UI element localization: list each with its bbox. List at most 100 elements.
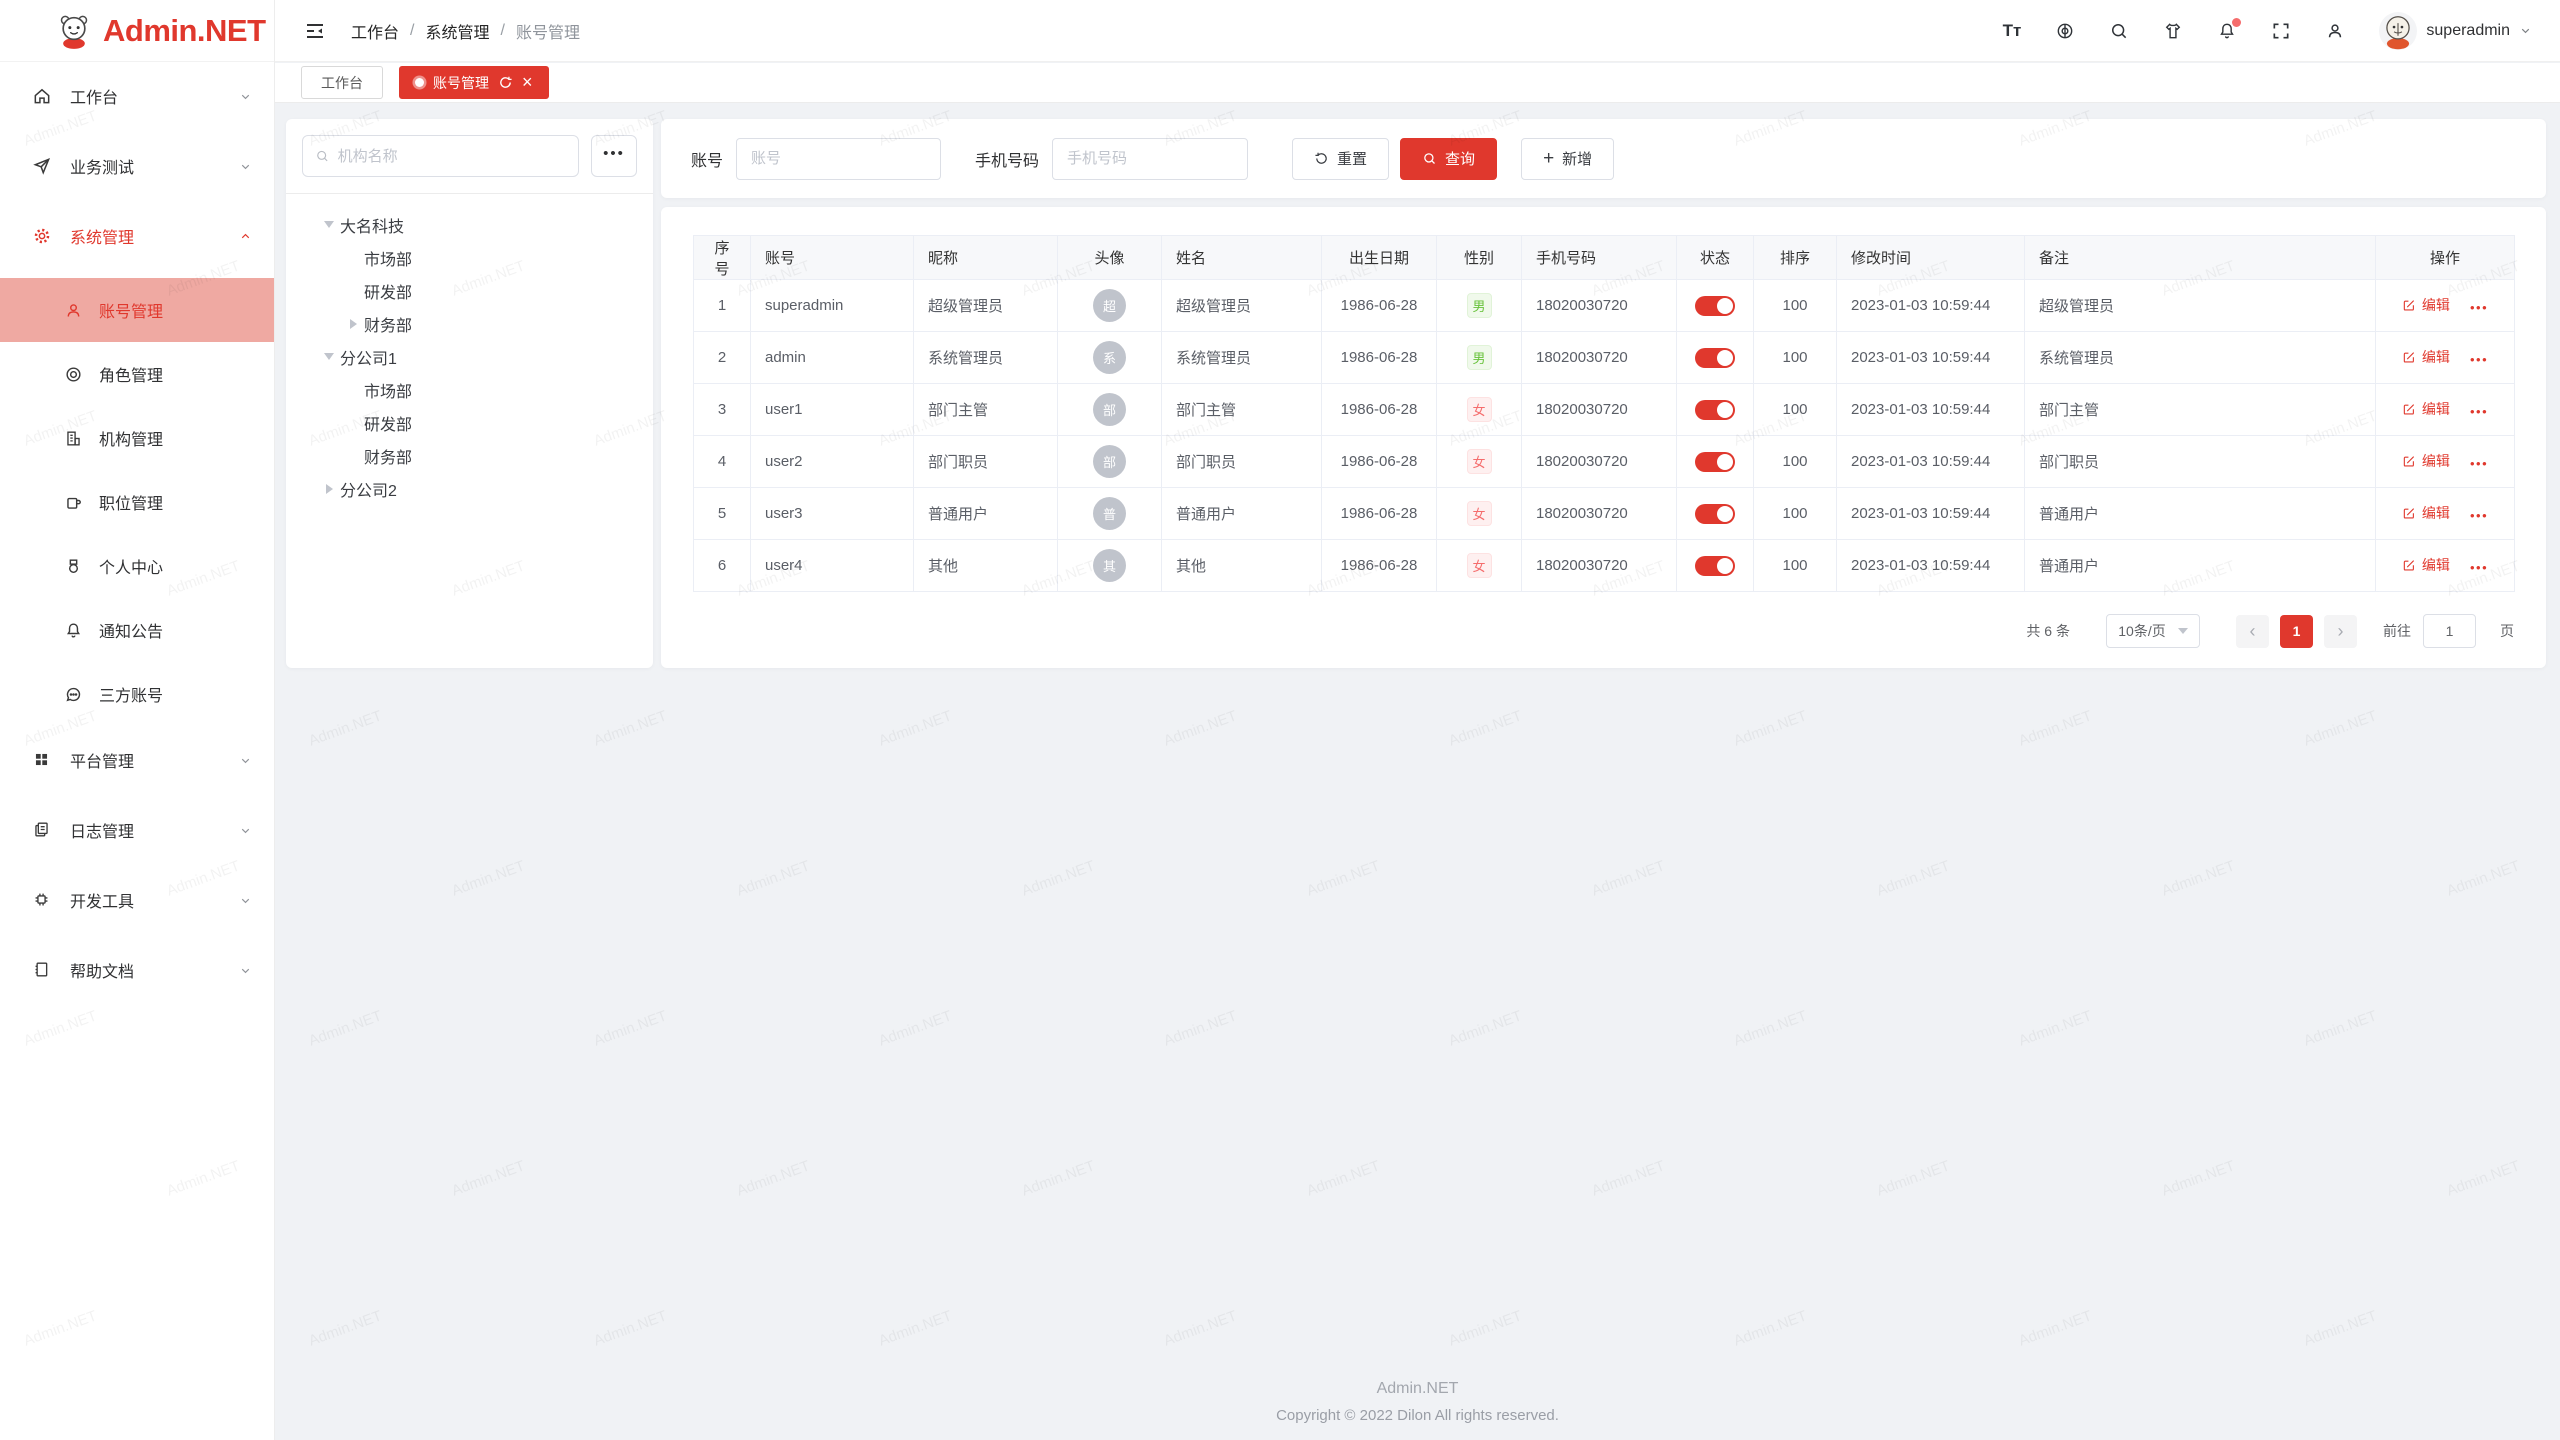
goto-page-input[interactable]	[2423, 614, 2476, 648]
edit-button[interactable]: 编辑	[2402, 347, 2450, 367]
sidebar-item-position-mgmt[interactable]: 职位管理	[0, 470, 274, 534]
col-phone: 手机号码	[1522, 236, 1677, 280]
sidebar-item-platform-mgmt[interactable]: 平台管理	[0, 732, 274, 788]
add-button[interactable]: + 新增	[1521, 138, 1614, 180]
table-row: 4 user2 部门职员 部 部门职员 1986-06-28 女 1802003…	[694, 436, 2515, 488]
sidebar-item-workbench[interactable]: 工作台	[0, 68, 274, 124]
caret-down-icon[interactable]	[318, 221, 340, 228]
sidebar-item-business-test[interactable]: 业务测试	[0, 138, 274, 194]
tree-more-button[interactable]: •••	[591, 135, 637, 177]
role-icon	[64, 365, 83, 384]
sidebar-item-help-docs[interactable]: 帮助文档	[0, 942, 274, 998]
breadcrumb-workbench[interactable]: 工作台	[351, 19, 399, 43]
status-toggle[interactable]	[1695, 556, 1735, 576]
sidebar-item-account-mgmt[interactable]: 账号管理	[0, 278, 274, 342]
cell-nickname: 超级管理员	[914, 280, 1058, 332]
next-page-button[interactable]: ›	[2324, 615, 2357, 648]
sidebar: Admin.NET 工作台 业务测试 系统管理	[0, 0, 275, 1440]
sidebar-item-org-mgmt[interactable]: 机构管理	[0, 406, 274, 470]
row-more-button[interactable]: •••	[2470, 508, 2488, 523]
cell-birth: 1986-06-28	[1322, 540, 1437, 592]
language-icon[interactable]	[2055, 21, 2075, 41]
sidebar-item-label: 三方账号	[99, 682, 163, 706]
font-size-icon[interactable]: Tт	[2003, 21, 2022, 41]
edit-button[interactable]: 编辑	[2402, 451, 2450, 471]
refresh-icon[interactable]	[498, 75, 513, 90]
search-icon	[315, 148, 330, 164]
tree-node-branch1[interactable]: 分公司1	[302, 340, 637, 373]
notebook-icon	[32, 960, 52, 980]
user-avatar	[2379, 12, 2417, 50]
search-icon[interactable]	[2109, 21, 2129, 41]
sidebar-item-log-mgmt[interactable]: 日志管理	[0, 802, 274, 858]
status-toggle[interactable]	[1695, 452, 1735, 472]
breadcrumb-system-mgmt[interactable]: 系统管理	[425, 19, 489, 43]
query-button[interactable]: 查询	[1400, 138, 1497, 180]
tree-node-dept[interactable]: 财务部	[302, 439, 637, 472]
row-more-button[interactable]: •••	[2470, 352, 2488, 367]
cell-modified: 2023-01-03 10:59:44	[1837, 436, 2025, 488]
status-toggle[interactable]	[1695, 348, 1735, 368]
row-more-button[interactable]: •••	[2470, 404, 2488, 419]
org-search-input[interactable]	[338, 148, 566, 165]
row-more-button[interactable]: •••	[2470, 560, 2488, 575]
col-sort: 排序	[1754, 236, 1837, 280]
tree-node-branch2[interactable]: 分公司2	[302, 472, 637, 505]
edit-button[interactable]: 编辑	[2402, 399, 2450, 419]
sidebar-item-label: 个人中心	[99, 554, 163, 578]
sidebar-item-label: 帮助文档	[70, 958, 134, 982]
person-icon[interactable]	[2325, 21, 2345, 41]
tree-node-dept[interactable]: 市场部	[302, 373, 637, 406]
edit-button[interactable]: 编辑	[2402, 295, 2450, 315]
tab-bar: 工作台 账号管理 ×	[275, 63, 2560, 103]
cell-nickname: 系统管理员	[914, 332, 1058, 384]
cell-index: 2	[694, 332, 751, 384]
edit-button[interactable]: 编辑	[2402, 555, 2450, 575]
row-more-button[interactable]: •••	[2470, 300, 2488, 315]
caret-down-icon[interactable]	[318, 353, 340, 360]
tab-label: 账号管理	[433, 73, 489, 93]
tree-node-dept[interactable]: 研发部	[302, 406, 637, 439]
edit-button[interactable]: 编辑	[2402, 503, 2450, 523]
table-header-row: 序号 账号 昵称 头像 姓名 出生日期 性别 手机号码 状态 排序 修改时间 备…	[694, 236, 2515, 280]
edit-icon	[2402, 298, 2416, 312]
close-icon[interactable]: ×	[522, 75, 533, 90]
caret-right-icon[interactable]	[318, 484, 340, 494]
sidebar-item-profile-center[interactable]: 个人中心	[0, 534, 274, 598]
tab-workbench[interactable]: 工作台	[301, 66, 383, 99]
tree-node-dept[interactable]: 市场部	[302, 241, 637, 274]
sidebar-item-thirdparty-account[interactable]: 三方账号	[0, 662, 274, 726]
tree-node-company[interactable]: 大名科技	[302, 208, 637, 241]
logo[interactable]: Admin.NET	[0, 0, 274, 62]
notification-bell-icon[interactable]	[2217, 21, 2237, 41]
sidebar-item-role-mgmt[interactable]: 角色管理	[0, 342, 274, 406]
phone-input[interactable]	[1052, 138, 1248, 180]
fullscreen-icon[interactable]	[2271, 21, 2291, 41]
user-menu[interactable]: superadmin	[2379, 12, 2532, 50]
chevron-down-icon	[239, 160, 252, 173]
page-number-button[interactable]: 1	[2280, 615, 2313, 648]
cell-birth: 1986-06-28	[1322, 488, 1437, 540]
row-more-button[interactable]: •••	[2470, 456, 2488, 471]
sidebar-item-system-mgmt[interactable]: 系统管理	[0, 208, 274, 264]
sidebar-item-dev-tools[interactable]: 开发工具	[0, 872, 274, 928]
sidebar-item-notice[interactable]: 通知公告	[0, 598, 274, 662]
menu-fold-icon[interactable]	[303, 19, 327, 43]
status-toggle[interactable]	[1695, 504, 1735, 524]
tree-node-dept[interactable]: 研发部	[302, 274, 637, 307]
tree-node-dept[interactable]: 财务部	[302, 307, 637, 340]
status-toggle[interactable]	[1695, 400, 1735, 420]
cell-remark: 系统管理员	[2025, 332, 2376, 384]
tab-account-mgmt[interactable]: 账号管理 ×	[399, 66, 549, 99]
caret-right-icon[interactable]	[342, 319, 364, 329]
col-modified: 修改时间	[1837, 236, 2025, 280]
prev-page-button[interactable]: ‹	[2236, 615, 2269, 648]
cell-nickname: 部门主管	[914, 384, 1058, 436]
theme-shirt-icon[interactable]	[2163, 21, 2183, 41]
status-toggle[interactable]	[1695, 296, 1735, 316]
page-size-select[interactable]: 10条/页	[2106, 614, 2200, 648]
col-actions: 操作	[2376, 236, 2515, 280]
table-row: 5 user3 普通用户 普 普通用户 1986-06-28 女 1802003…	[694, 488, 2515, 540]
reset-button[interactable]: 重置	[1292, 138, 1389, 180]
account-input[interactable]	[736, 138, 941, 180]
